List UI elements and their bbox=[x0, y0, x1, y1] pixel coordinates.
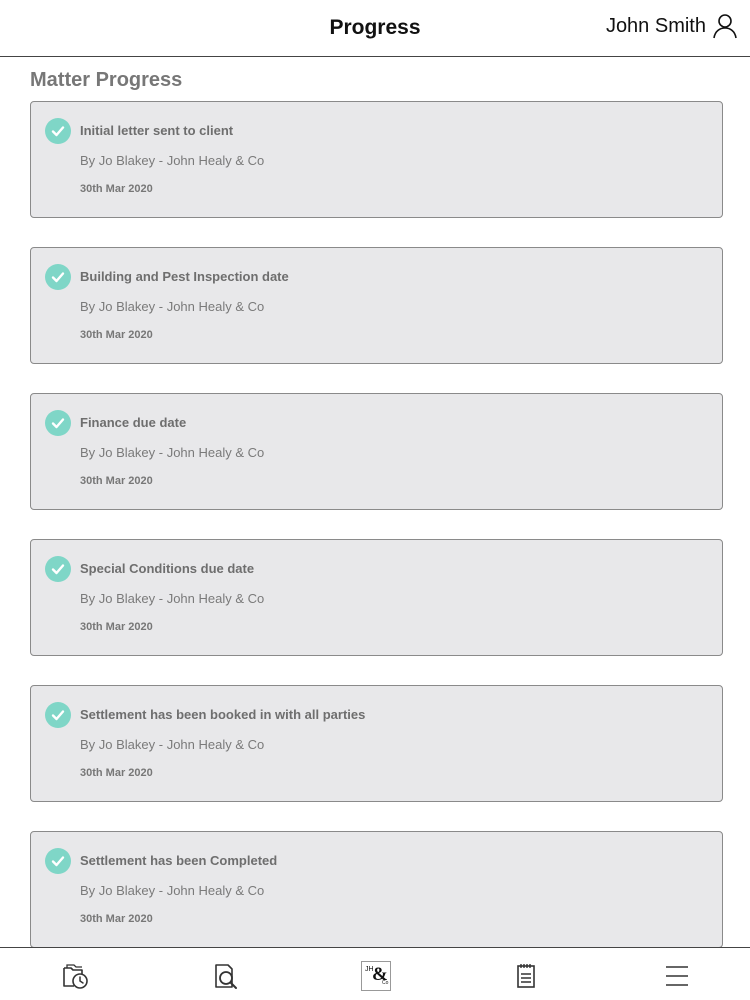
progress-card[interactable]: Settlement has been Completed By Jo Blak… bbox=[30, 831, 723, 948]
progress-title: Finance due date bbox=[80, 415, 187, 430]
progress-card[interactable]: Settlement has been booked in with all p… bbox=[30, 685, 723, 802]
document-search-icon bbox=[215, 964, 237, 989]
progress-card[interactable]: Initial letter sent to client By Jo Blak… bbox=[30, 101, 723, 218]
progress-title: Settlement has been Completed bbox=[80, 853, 278, 868]
progress-list: Initial letter sent to client By Jo Blak… bbox=[30, 101, 723, 977]
app-header: Progress John Smith bbox=[0, 0, 750, 57]
progress-date: 30th Mar 2020 bbox=[80, 329, 153, 341]
check-icon bbox=[45, 848, 71, 874]
progress-author: By Jo Blakey - John Healy & Co bbox=[80, 299, 265, 314]
progress-date: 30th Mar 2020 bbox=[80, 913, 153, 925]
progress-author: By Jo Blakey - John Healy & Co bbox=[80, 737, 265, 752]
progress-date: 30th Mar 2020 bbox=[80, 475, 153, 487]
check-icon bbox=[45, 556, 71, 582]
bottom-navigation: JH & Co bbox=[0, 947, 750, 1000]
progress-title: Settlement has been booked in with all p… bbox=[80, 707, 366, 722]
check-icon bbox=[45, 702, 71, 728]
user-name[interactable]: John Smith bbox=[606, 15, 706, 38]
progress-date: 30th Mar 2020 bbox=[80, 183, 153, 195]
menu-icon bbox=[666, 966, 688, 986]
progress-title: Initial letter sent to client bbox=[80, 123, 234, 138]
progress-title: Building and Pest Inspection date bbox=[80, 269, 289, 284]
progress-author: By Jo Blakey - John Healy & Co bbox=[80, 883, 265, 898]
nav-timeline-button[interactable] bbox=[59, 960, 91, 992]
progress-author: By Jo Blakey - John Healy & Co bbox=[80, 445, 265, 460]
user-icon[interactable] bbox=[712, 13, 738, 39]
nav-menu-button[interactable] bbox=[661, 960, 693, 992]
check-icon bbox=[45, 118, 71, 144]
progress-title: Special Conditions due date bbox=[80, 561, 255, 576]
nav-notes-button[interactable] bbox=[510, 960, 542, 992]
progress-card[interactable]: Building and Pest Inspection date By Jo … bbox=[30, 247, 723, 364]
user-account[interactable]: John Smith bbox=[606, 13, 738, 39]
check-icon bbox=[45, 264, 71, 290]
progress-author: By Jo Blakey - John Healy & Co bbox=[80, 153, 265, 168]
clock-folder-icon bbox=[63, 964, 88, 989]
nav-documents-button[interactable] bbox=[209, 960, 241, 992]
progress-card[interactable]: Special Conditions due date By Jo Blakey… bbox=[30, 539, 723, 656]
progress-date: 30th Mar 2020 bbox=[80, 767, 153, 779]
logo-icon: JH & Co bbox=[361, 961, 391, 991]
section-title: Matter Progress bbox=[30, 69, 183, 91]
clipboard-icon bbox=[517, 964, 535, 988]
progress-card[interactable]: Finance due date By Jo Blakey - John Hea… bbox=[30, 393, 723, 510]
check-icon bbox=[45, 410, 71, 436]
progress-author: By Jo Blakey - John Healy & Co bbox=[80, 591, 265, 606]
nav-home-logo-button[interactable]: JH & Co bbox=[360, 960, 392, 992]
progress-date: 30th Mar 2020 bbox=[80, 621, 153, 633]
